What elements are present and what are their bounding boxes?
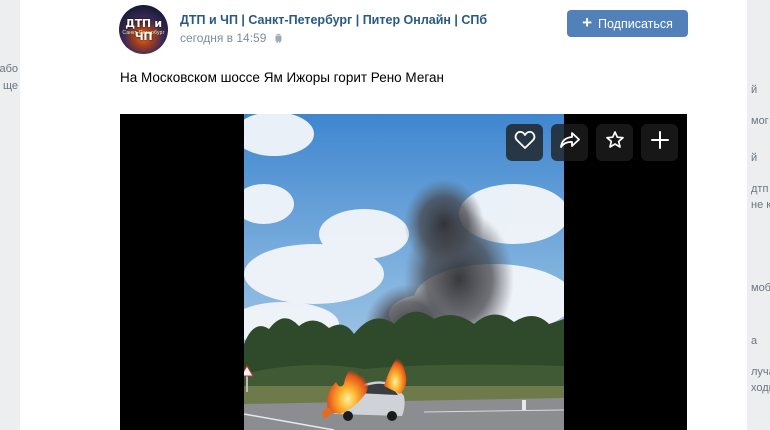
post-card: ДТП и ЧП Санкт-Петербург ДТП и ЧП | Санк… <box>20 0 747 430</box>
post-time[interactable]: сегодня в 14:59 <box>180 31 283 46</box>
heart-icon <box>514 130 536 155</box>
avatar-subtitle: Санкт-Петербург <box>122 30 165 36</box>
share-icon <box>559 130 581 155</box>
subscribe-button[interactable]: + Подписаться <box>567 10 688 37</box>
background-text: або <box>0 63 18 75</box>
post-text: На Московском шоссе Ям Ижоры горит Рено … <box>120 70 444 85</box>
post-time-text: сегодня в 14:59 <box>180 31 267 45</box>
android-icon <box>274 32 283 46</box>
subscribe-label: Подписаться <box>598 16 673 31</box>
background-text: ходи <box>751 382 770 394</box>
burning-car-photo[interactable] <box>244 114 564 430</box>
left-background-column: або ще <box>0 0 20 430</box>
post-media[interactable] <box>120 114 687 430</box>
background-text: й <box>751 84 758 96</box>
background-text: а <box>751 335 758 347</box>
group-name-link[interactable]: ДТП и ЧП | Санкт-Петербург | Питер Онлай… <box>180 13 487 27</box>
background-text: мог <box>751 115 769 127</box>
plus-icon: + <box>582 13 593 32</box>
background-text: моб <box>751 282 770 294</box>
add-photo-button[interactable] <box>641 124 678 161</box>
background-text: не к <box>751 199 770 211</box>
star-icon <box>605 130 625 155</box>
background-text: ще <box>2 80 18 92</box>
bookmark-photo-button[interactable] <box>596 124 633 161</box>
background-text: дтп <box>751 183 769 195</box>
share-photo-button[interactable] <box>551 124 588 161</box>
background-text: луча <box>751 366 770 378</box>
right-background-column: й мог й дтп не к моб а луча ходи <box>747 0 770 430</box>
background-text: й <box>751 152 758 164</box>
plus-icon <box>650 130 670 155</box>
group-avatar[interactable]: ДТП и ЧП Санкт-Петербург <box>119 5 168 54</box>
like-photo-button[interactable] <box>506 124 543 161</box>
